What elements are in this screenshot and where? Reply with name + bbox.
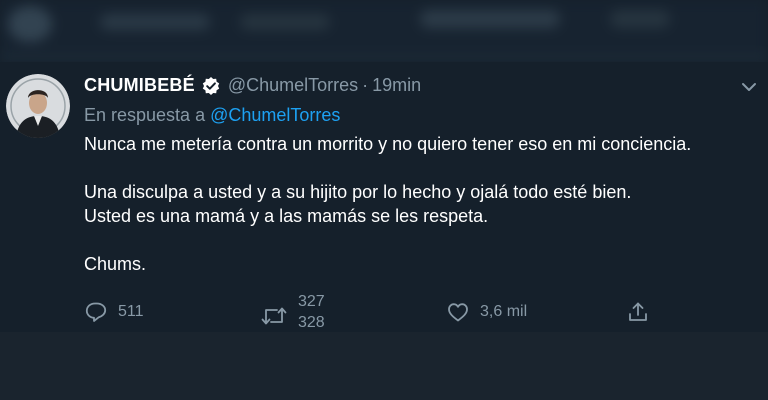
- previous-tweet-blurred: [0, 0, 768, 62]
- like-button[interactable]: 3,6 mil: [446, 300, 527, 324]
- retweet-button[interactable]: 327 328: [260, 292, 338, 332]
- reply-count: 511: [118, 303, 144, 320]
- chevron-down-icon[interactable]: [740, 78, 758, 96]
- reply-prefix: En respuesta a: [84, 105, 206, 125]
- retweet-icon: [260, 304, 288, 328]
- tweet-text: Nunca me metería contra un morrito y no …: [84, 132, 764, 276]
- reply-button[interactable]: 511: [84, 300, 144, 324]
- share-button[interactable]: [626, 300, 650, 324]
- next-tweet-blurred: [0, 332, 768, 400]
- share-upload-icon: [626, 300, 650, 324]
- tweet-line: Nunca me metería contra un morrito y no …: [84, 134, 692, 154]
- reply-context: En respuesta a @ChumelTorres: [84, 105, 340, 126]
- retweet-count-ticker: 327 328: [298, 292, 338, 332]
- retweet-count: 327: [298, 293, 325, 310]
- reply-bubble-icon: [84, 300, 108, 324]
- tweet-line: Usted es una mamá y a las mamás se les r…: [84, 206, 489, 226]
- tweet-actions: 511 327 328 3,6 mil: [84, 292, 764, 332]
- tweet: CHUMIBEBÉ @ChumelTorres · 19min En respu…: [0, 62, 768, 332]
- like-count: 3,6 mil: [480, 303, 528, 320]
- verified-badge-icon: [201, 76, 221, 96]
- retweet-count-next: 328: [298, 314, 325, 331]
- timestamp[interactable]: 19min: [372, 75, 421, 96]
- tweet-line: Chums.: [84, 254, 147, 274]
- user-handle[interactable]: @ChumelTorres: [228, 75, 358, 96]
- reply-handle-link[interactable]: @ChumelTorres: [210, 105, 340, 125]
- separator-dot: ·: [362, 75, 369, 95]
- display-name[interactable]: CHUMIBEBÉ: [84, 75, 195, 96]
- heart-icon: [446, 300, 470, 324]
- tweet-header: CHUMIBEBÉ @ChumelTorres · 19min: [84, 75, 421, 96]
- tweet-line: Una disculpa a usted y a su hijito por l…: [84, 182, 632, 202]
- avatar[interactable]: [6, 74, 70, 138]
